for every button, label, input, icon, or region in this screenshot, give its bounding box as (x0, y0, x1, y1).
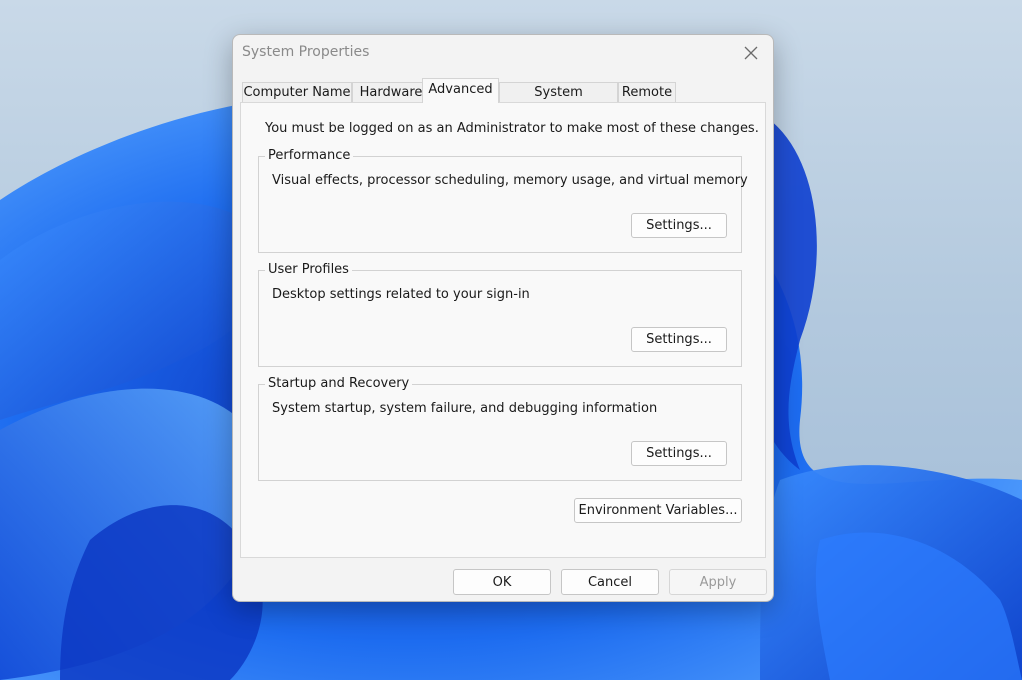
title-bar[interactable]: System Properties (233, 35, 773, 71)
performance-group: Performance Visual effects, processor sc… (258, 148, 748, 253)
tab-remote[interactable]: Remote (618, 82, 676, 102)
user-profiles-group: User Profiles Desktop settings related t… (258, 262, 742, 367)
performance-settings-button[interactable]: Settings... (631, 213, 727, 238)
tab-advanced[interactable]: Advanced (422, 78, 499, 103)
close-button[interactable] (741, 43, 761, 63)
startup-recovery-description: System startup, system failure, and debu… (272, 401, 658, 416)
user-profiles-description: Desktop settings related to your sign-in (272, 287, 530, 302)
performance-group-title: Performance (265, 148, 354, 163)
environment-variables-button[interactable]: Environment Variables... (574, 498, 742, 523)
user-profiles-group-title: User Profiles (265, 262, 352, 277)
tab-computer-name[interactable]: Computer Name (242, 82, 352, 102)
admin-notice: You must be logged on as an Administrato… (265, 121, 759, 136)
close-icon (744, 46, 758, 60)
tab-system-protection[interactable]: System Protection (499, 82, 618, 119)
ok-button[interactable]: OK (453, 569, 551, 595)
window-title: System Properties (242, 44, 370, 60)
startup-recovery-settings-button[interactable]: Settings... (631, 441, 727, 466)
cancel-button[interactable]: Cancel (561, 569, 659, 595)
startup-recovery-group-title: Startup and Recovery (265, 376, 413, 391)
performance-description: Visual effects, processor scheduling, me… (272, 173, 748, 188)
user-profiles-settings-button[interactable]: Settings... (631, 327, 727, 352)
startup-recovery-group: Startup and Recovery System startup, sys… (258, 376, 742, 481)
system-properties-dialog: System Properties Computer Name Hardware… (232, 34, 774, 602)
apply-button[interactable]: Apply (669, 569, 767, 595)
advanced-tab-panel: You must be logged on as an Administrato… (240, 102, 766, 558)
tab-hardware[interactable]: Hardware (352, 82, 430, 102)
